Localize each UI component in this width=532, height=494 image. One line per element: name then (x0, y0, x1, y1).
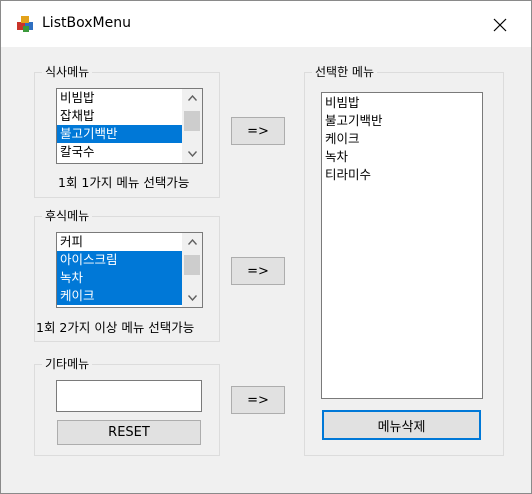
listboxmenu-window: ListBoxMenu 식사메뉴 비빔밥 잡채밥 불고기백반 칼국수 1회 1가… (0, 0, 532, 494)
list-item[interactable]: 잡채밥 (57, 107, 202, 125)
meal-menu-title: 식사메뉴 (42, 64, 93, 80)
list-item[interactable]: 아이스크림 (57, 251, 202, 269)
list-item[interactable]: 녹차 (57, 269, 202, 287)
list-item[interactable]: 케이크 (322, 130, 482, 148)
list-item[interactable]: 칼국수 (57, 143, 202, 161)
scroll-down-button[interactable] (182, 145, 202, 163)
window-title: ListBoxMenu (42, 15, 131, 31)
reset-button[interactable]: RESET (57, 420, 201, 445)
scroll-up-button[interactable] (182, 233, 202, 251)
close-icon (493, 18, 507, 32)
list-item[interactable]: 티라미수 (322, 166, 482, 184)
chevron-down-icon (187, 295, 197, 301)
list-item[interactable]: 녹차 (322, 148, 482, 166)
scroll-thumb[interactable] (184, 255, 200, 275)
chevron-up-icon (187, 95, 197, 101)
add-meal-button[interactable]: => (231, 117, 285, 145)
selected-menu-title: 선택한 메뉴 (312, 64, 378, 80)
dessert-menu-title: 후식메뉴 (42, 208, 93, 224)
dessert-menu-listbox[interactable]: 커피 아이스크림 녹차 케이크 (56, 232, 203, 308)
list-item[interactable]: 불고기백반 (322, 112, 482, 130)
client-area: 식사메뉴 비빔밥 잡채밥 불고기백반 칼국수 1회 1가지 메뉴 선택가능 =>… (2, 48, 524, 484)
list-item[interactable]: 비빔밥 (322, 94, 482, 112)
add-dessert-button[interactable]: => (231, 257, 285, 285)
selected-menu-listbox[interactable]: 비빔밥 불고기백반 케이크 녹차 티라미수 (321, 92, 483, 399)
dessert-menu-caption: 1회 2가지 이상 메뉴 선택가능 (36, 320, 195, 335)
app-cube-icon (17, 16, 33, 32)
delete-menu-button[interactable]: 메뉴삭제 (322, 410, 481, 440)
title-bar[interactable]: ListBoxMenu (1, 1, 531, 47)
scroll-down-button[interactable] (182, 289, 202, 307)
list-item[interactable]: 불고기백반 (57, 125, 202, 143)
other-menu-title: 기타메뉴 (42, 356, 93, 372)
add-other-button[interactable]: => (231, 386, 285, 414)
meal-menu-scrollbar[interactable] (182, 89, 202, 163)
meal-menu-caption: 1회 1가지 메뉴 선택가능 (58, 175, 190, 190)
scroll-up-button[interactable] (182, 89, 202, 107)
scroll-thumb[interactable] (184, 111, 200, 131)
close-button[interactable] (487, 12, 513, 38)
list-item[interactable]: 케이크 (57, 287, 202, 305)
dessert-menu-scrollbar[interactable] (182, 233, 202, 307)
other-menu-input[interactable] (56, 380, 202, 412)
chevron-down-icon (187, 151, 197, 157)
meal-menu-listbox[interactable]: 비빔밥 잡채밥 불고기백반 칼국수 (56, 88, 203, 164)
chevron-up-icon (187, 239, 197, 245)
list-item[interactable]: 커피 (57, 233, 202, 251)
list-item[interactable]: 비빔밥 (57, 89, 202, 107)
